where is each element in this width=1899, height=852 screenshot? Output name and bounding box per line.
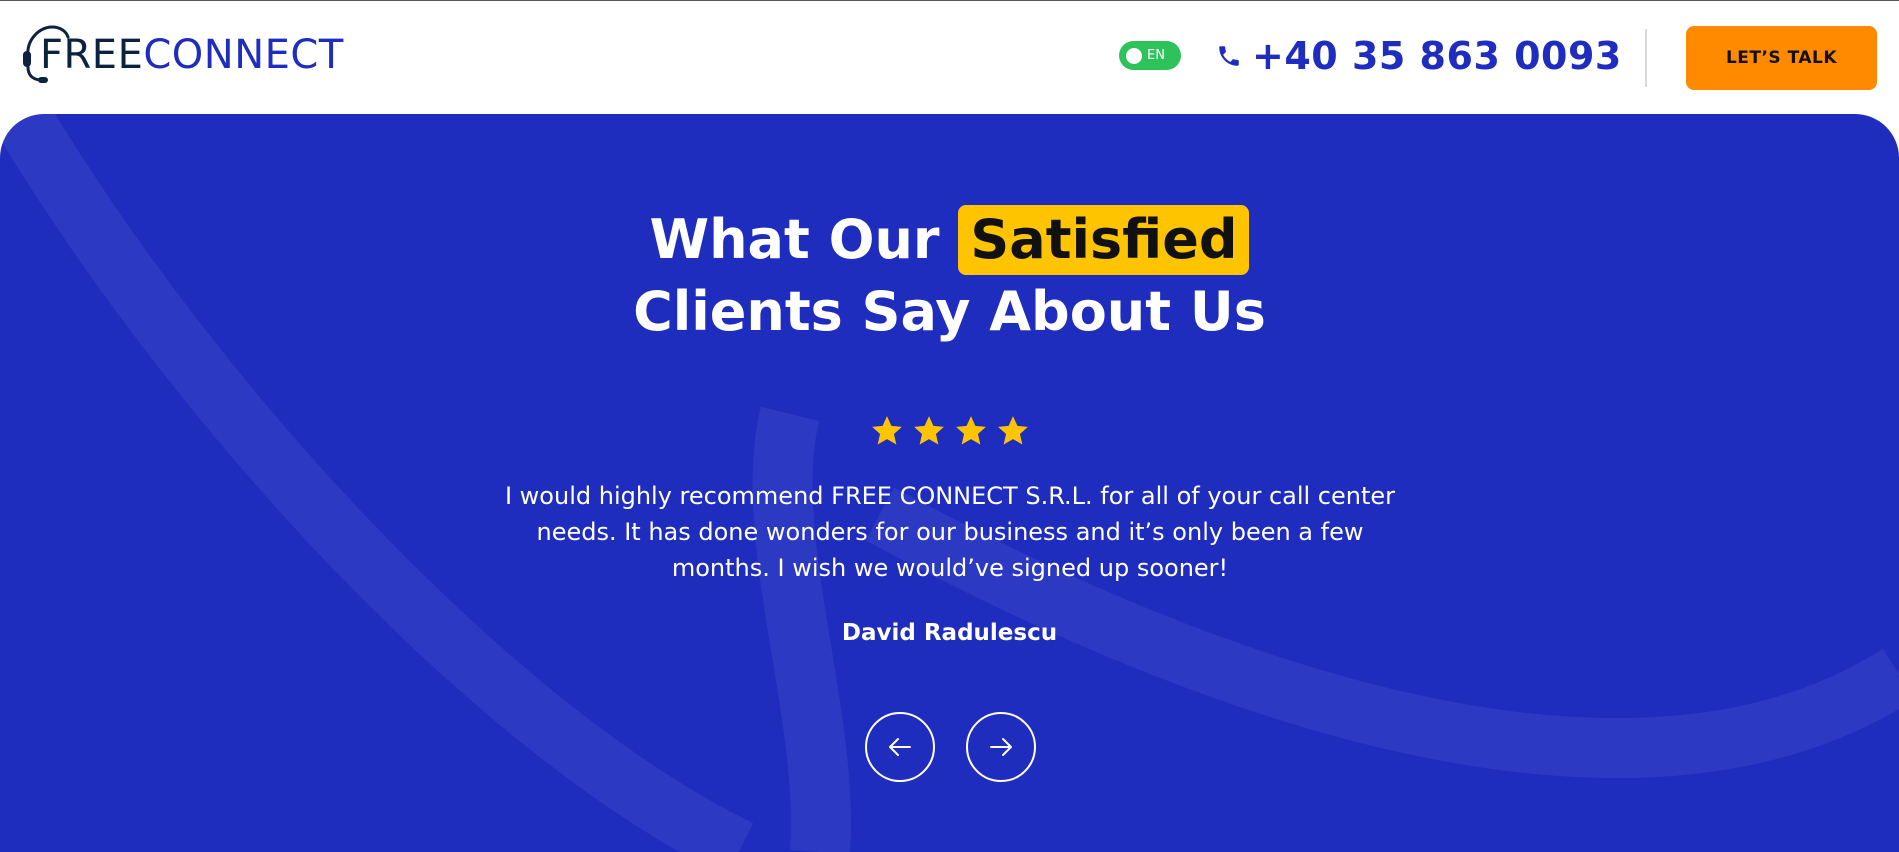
language-toggle[interactable]: EN: [1119, 41, 1181, 70]
testimonials-section: What Our Satisfied Clients Say About Us …: [0, 114, 1899, 852]
phone-link[interactable]: +40 35 863 0093: [1216, 31, 1622, 81]
star-icon: [997, 416, 1028, 445]
star-icon: [913, 416, 944, 445]
logo-text: FREECONNECT: [40, 35, 344, 75]
header-divider: [1645, 29, 1647, 87]
logo-connect: CONNECT: [143, 32, 344, 78]
logo[interactable]: FREECONNECT: [22, 23, 344, 87]
logo-free: FREE: [40, 32, 144, 78]
previous-testimonial-button[interactable]: [865, 712, 935, 782]
star-rating: [0, 414, 1899, 448]
section-heading: What Our Satisfied Clients Say About Us: [0, 204, 1899, 348]
site-header: FREECONNECT EN +40 35 863 0093 LET’S TAL…: [0, 0, 1899, 114]
heading-line-2: Clients Say About Us: [633, 280, 1266, 343]
phone-number: +40 35 863 0093: [1252, 34, 1622, 78]
heading-highlight: Satisfied: [958, 205, 1250, 275]
arrow-right-icon: [990, 738, 1012, 756]
star-icon: [871, 416, 902, 445]
star-icon: [955, 416, 986, 445]
toggle-knob: [1126, 48, 1142, 64]
heading-prefix: What Our: [649, 208, 940, 271]
testimonial-quote: I would highly recommend FREE CONNECT S.…: [504, 482, 1396, 582]
testimonial-author: David Radulescu: [841, 620, 1058, 646]
next-testimonial-button[interactable]: [966, 712, 1036, 782]
lets-talk-button[interactable]: LET’S TALK: [1686, 26, 1877, 90]
arrow-left-icon: [889, 738, 911, 756]
language-label: EN: [1147, 48, 1165, 63]
phone-icon: [1219, 46, 1239, 66]
